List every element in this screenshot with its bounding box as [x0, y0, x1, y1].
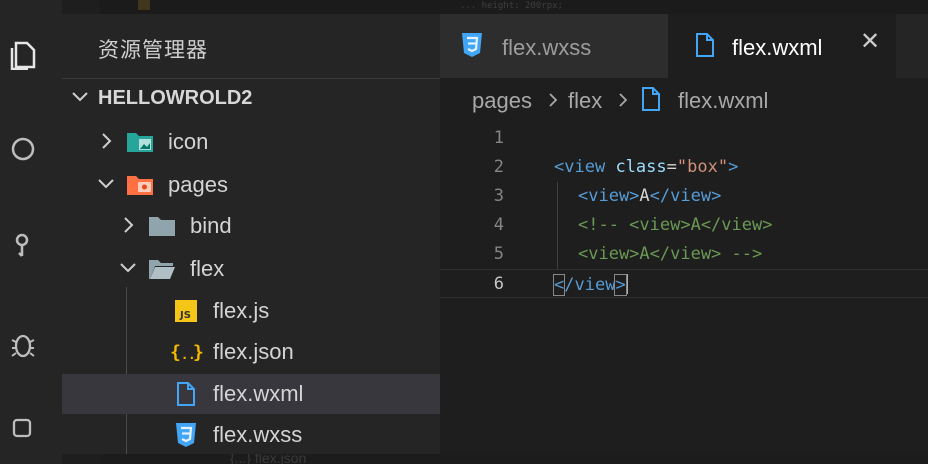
- attr-token: class: [615, 157, 667, 177]
- chevron-right-icon: [546, 89, 560, 116]
- tree-item-label: flex.js: [213, 298, 270, 323]
- tree-item-pages[interactable]: pages: [62, 165, 440, 205]
- tree-item-flex-js[interactable]: JS flex.js: [62, 291, 440, 331]
- folder-open-icon: [148, 256, 176, 282]
- bracket-match: >: [614, 274, 627, 296]
- line-number: 3: [493, 186, 504, 206]
- line-number: 6: [493, 274, 504, 294]
- tree-item-label: icon: [168, 129, 209, 154]
- code-line: 4 <!-- <view>A</view>: [440, 211, 928, 240]
- background-window-strip: ... height: 200rpx;: [100, 0, 928, 14]
- tab-flex-wxml[interactable]: flex.wxml ✕: [668, 14, 896, 78]
- explorer-icon[interactable]: [8, 40, 38, 70]
- tree-item-label: flex.wxml: [213, 381, 304, 406]
- js-file-icon: JS: [172, 298, 200, 324]
- workspace-root[interactable]: HELLOWROLD2: [62, 78, 440, 118]
- line-number: 2: [493, 157, 504, 177]
- code-line: 5 <view>A</view> -->: [440, 240, 928, 269]
- chevron-down-icon: [118, 258, 138, 283]
- close-icon[interactable]: ✕: [860, 30, 880, 54]
- pages-folder-icon: [126, 172, 154, 198]
- svg-text:JS: JS: [179, 310, 191, 321]
- line-number: 1: [493, 128, 504, 148]
- eq-token: =: [666, 157, 677, 177]
- breadcrumb-item-file[interactable]: flex.wxml: [678, 88, 768, 114]
- bracket-match: <: [552, 274, 566, 296]
- tab-flex-wxss[interactable]: flex.wxss: [440, 14, 668, 78]
- breadcrumb-item-pages[interactable]: pages: [472, 88, 532, 114]
- svg-text:}: }: [193, 342, 204, 363]
- text-cursor: [625, 274, 628, 294]
- editor-tab-bar: flex.wxss flex.wxml ✕: [440, 14, 928, 78]
- breadcrumb-item-flex[interactable]: flex: [568, 88, 602, 114]
- background-code-text: ... height: 200rpx;: [460, 1, 563, 11]
- code-editor[interactable]: 1 2 <view class="box"> 3 <view>A</view> …: [440, 124, 928, 452]
- chevron-right-icon: [120, 215, 138, 240]
- comment-token: <!-- <view>A</view>: [578, 215, 773, 235]
- tag-token: </view>: [649, 186, 722, 206]
- line-number: 5: [493, 244, 504, 264]
- text-token: A: [639, 186, 650, 206]
- chevron-down-icon: [70, 87, 90, 112]
- wxml-file-icon: [694, 31, 716, 64]
- search-icon[interactable]: [8, 134, 38, 164]
- activity-bar: [0, 0, 62, 464]
- chevron-right-icon: [616, 89, 630, 116]
- code-text: <view>A</view>: [578, 186, 721, 206]
- tree-item-label: pages: [168, 172, 228, 197]
- background-block: [138, 0, 150, 10]
- tree-item-label: flex.json: [213, 339, 294, 364]
- chevron-right-icon: [98, 131, 116, 156]
- extensions-icon[interactable]: [8, 414, 38, 444]
- wxml-file-icon: [640, 86, 662, 117]
- svg-text:{: {: [170, 342, 181, 363]
- json-file-icon: {..}: [170, 339, 204, 365]
- string-token: "box": [676, 157, 729, 177]
- tree-item-flex-wxml[interactable]: flex.wxml: [62, 374, 440, 414]
- tree-item-label: flex.wxss: [213, 422, 303, 447]
- image-folder-icon: [126, 129, 154, 155]
- tree-item-label: flex: [190, 256, 225, 281]
- chevron-down-icon: [96, 174, 116, 199]
- code-line: 1: [440, 124, 928, 153]
- code-text: <view class="box">: [554, 157, 738, 177]
- tree-item-flex[interactable]: flex: [62, 249, 440, 289]
- css-file-icon: [460, 31, 484, 64]
- tree-item-label: bind: [190, 213, 232, 238]
- code-line: 3 <view>A</view>: [440, 182, 928, 211]
- breadcrumb: pages flex flex.wxml: [440, 78, 928, 124]
- explorer-sidebar: 资源管理器 HELLOWROLD2 icon pages bind flex J…: [62, 14, 440, 454]
- tree-item-flex-json[interactable]: {..} flex.json: [62, 332, 440, 372]
- tree-item-icon[interactable]: icon: [62, 122, 440, 162]
- css-file-icon: [172, 422, 200, 448]
- tab-label: flex.wxml: [732, 35, 823, 60]
- debug-icon[interactable]: [8, 330, 38, 360]
- current-code-line: 6 </view>: [440, 269, 928, 298]
- source-control-icon[interactable]: [8, 230, 38, 260]
- tag-token: <view>: [578, 186, 640, 206]
- tab-label: flex.wxss: [502, 35, 592, 60]
- folder-icon: [148, 213, 176, 239]
- code-text: </view>: [552, 274, 628, 296]
- tag-token: <view: [554, 157, 606, 177]
- code-line: 2 <view class="box">: [440, 153, 928, 182]
- workspace-name: HELLOWROLD2: [98, 87, 253, 109]
- explorer-title: 资源管理器: [98, 39, 208, 62]
- tag-token: /view: [564, 275, 616, 295]
- tree-item-bind[interactable]: bind: [62, 206, 440, 246]
- line-number: 4: [493, 215, 504, 235]
- tag-token: >: [728, 157, 739, 177]
- comment-token: <view>A</view> -->: [578, 244, 763, 264]
- tree-item-flex-wxss[interactable]: flex.wxss: [62, 415, 440, 454]
- wxml-file-icon: [172, 381, 200, 407]
